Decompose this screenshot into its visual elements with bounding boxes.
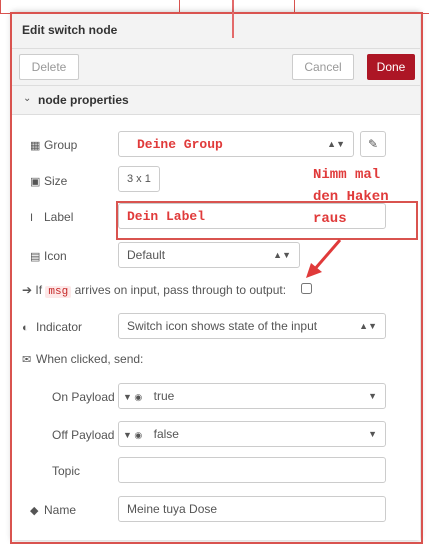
cancel-button[interactable]: Cancel <box>292 54 354 80</box>
indicator-select[interactable]: Switch icon shows state of the input ▲▼ <box>118 313 386 339</box>
text-cursor-icon: I <box>30 212 34 224</box>
type-select-icon[interactable]: ▼ ◉ <box>123 430 142 440</box>
icon-label: ▤ Icon <box>30 249 67 263</box>
chevron-down-icon: ▼ <box>368 429 377 439</box>
dialog-toolbar: Delete Cancel Done <box>12 49 420 86</box>
envelope-icon: ✉ <box>22 354 32 366</box>
off-payload-label: Off Payload <box>52 428 115 442</box>
passthrough-checkbox[interactable] <box>301 283 312 294</box>
group-select[interactable]: Deine Group ▲▼ <box>118 131 354 157</box>
off-payload-input[interactable]: ▼ ◉ false ▼ <box>118 421 386 447</box>
label-label: I Label <box>30 210 74 224</box>
topic-label: Topic <box>52 464 81 478</box>
edit-group-button[interactable]: ✎ <box>360 131 386 157</box>
delete-button[interactable]: Delete <box>19 54 79 80</box>
on-payload-label: On Payload <box>52 390 115 404</box>
topic-input[interactable] <box>118 457 386 483</box>
edit-dialog: Edit switch node Delete Cancel Done ⌄ no… <box>12 12 420 540</box>
updown-icon: ▲▼ <box>359 321 377 331</box>
updown-icon: ▲▼ <box>327 139 345 149</box>
size-label: ▣ Size <box>30 174 68 188</box>
done-button[interactable]: Done <box>367 54 415 80</box>
when-clicked-label: ✉ When clicked, send: <box>22 352 144 366</box>
on-payload-input[interactable]: ▼ ◉ true ▼ <box>118 383 386 409</box>
passthrough-row: ➔ If msg arrives on input, pass through … <box>22 283 287 298</box>
arrow-right-icon: ➔ <box>22 283 33 297</box>
dialog-title: Edit switch node <box>22 23 118 37</box>
resize-icon: ▣ <box>30 176 41 188</box>
group-value: Deine Group <box>137 137 223 152</box>
section-label: node properties <box>38 93 129 107</box>
name-input[interactable]: Meine tuya Dose <box>118 496 386 522</box>
icon-select[interactable]: Default ▲▼ <box>118 242 300 268</box>
image-icon: ▤ <box>30 251 41 263</box>
group-label: ▦ Group <box>30 138 78 152</box>
annotation-text: Nimm mal den Haken raus <box>313 167 389 227</box>
indicator-label: ◐ Indicator <box>22 320 83 334</box>
size-button[interactable]: 3 x 1 <box>118 166 160 192</box>
toggle-icon: ◐ <box>22 322 29 334</box>
pencil-icon: ✎ <box>368 137 379 151</box>
label-value: Dein Label <box>127 209 206 224</box>
annotation-arrow-icon <box>306 239 342 278</box>
tag-icon: ◆ <box>30 505 39 517</box>
name-label: ◆ Name <box>30 503 77 517</box>
node-properties-header[interactable]: ⌄ node properties <box>12 86 420 115</box>
annotation-wire <box>232 12 234 38</box>
type-select-icon[interactable]: ▼ ◉ <box>123 392 142 402</box>
updown-icon: ▲▼ <box>273 250 291 260</box>
dialog-header: Edit switch node <box>12 12 420 49</box>
chevron-down-icon: ▼ <box>368 391 377 401</box>
table-icon: ▦ <box>30 140 41 152</box>
chevron-down-icon: ⌄ <box>23 93 32 104</box>
